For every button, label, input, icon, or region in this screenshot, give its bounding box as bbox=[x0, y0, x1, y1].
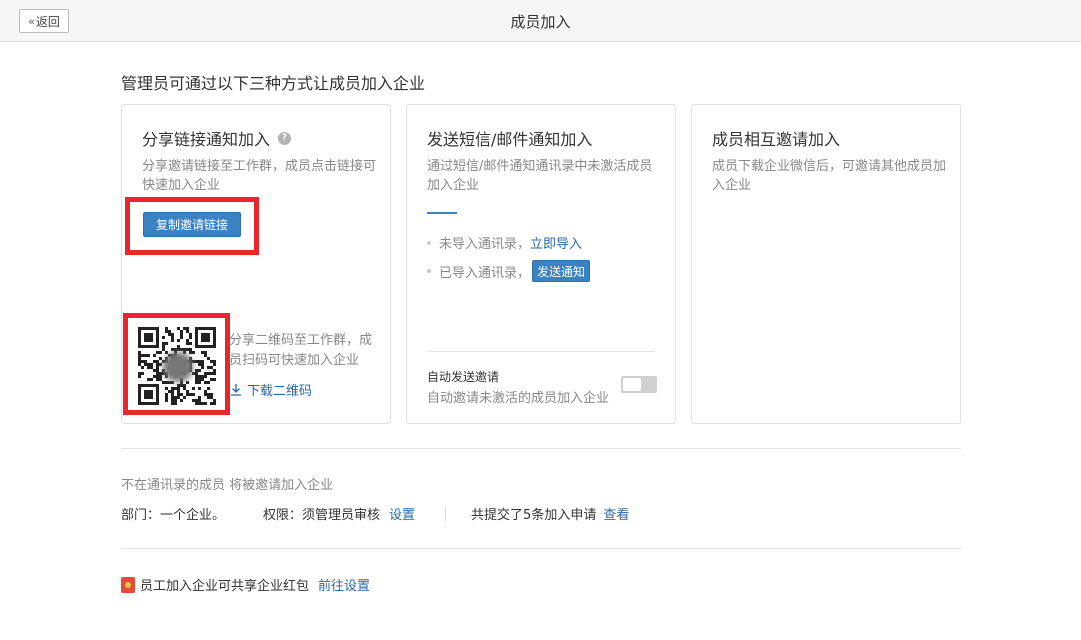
divider bbox=[121, 448, 961, 449]
auto-invite-description: 自动邀请未激活的成员加入企业 bbox=[427, 391, 610, 406]
card-sms-email: 发送短信/邮件通知加入 通过短信/邮件通知通讯录中未激活成员加入企业 未导入通讯… bbox=[406, 104, 676, 424]
card-description: 分享邀请链接至工作群，成员点击链接可快速加入企业 bbox=[142, 159, 377, 193]
send-notification-button[interactable]: 发送通知 bbox=[532, 260, 591, 282]
list-item: 已导入通讯录， 发送通知 bbox=[427, 260, 591, 282]
applications-text: 共提交了5条加入申请 bbox=[471, 508, 597, 523]
red-packet-row: 员工加入企业可共享企业红包 前往设置 bbox=[121, 575, 370, 594]
card-title: 发送短信/邮件通知加入 bbox=[427, 130, 593, 149]
accent-divider bbox=[427, 212, 457, 214]
card-description: 通过短信/邮件通知通讯录中未激活成员加入企业 bbox=[427, 159, 653, 193]
card-title-text: 分享链接通知加入 bbox=[142, 130, 271, 149]
highlight-box bbox=[123, 313, 230, 415]
red-packet-text: 员工加入企业可共享企业红包 bbox=[140, 579, 310, 594]
top-bar: « 返回 成员加入 bbox=[0, 0, 1081, 42]
toggle-knob bbox=[623, 378, 641, 391]
invite-note: 不在通讯录的成员 将被邀请加入企业 bbox=[121, 478, 334, 493]
list-item: 未导入通讯录， 立即导入 bbox=[427, 233, 582, 252]
import-now-link[interactable]: 立即导入 bbox=[530, 233, 582, 252]
bullet-icon bbox=[427, 240, 431, 245]
vertical-divider bbox=[445, 505, 447, 522]
copy-invite-link-button[interactable]: 复制邀请链接 bbox=[143, 212, 241, 237]
card-title: 成员相互邀请加入 bbox=[712, 130, 841, 149]
divider bbox=[121, 548, 961, 549]
card-title: 分享链接通知加入 ? bbox=[142, 126, 292, 150]
list-item-text: 已导入通讯录， bbox=[439, 265, 531, 281]
view-applications-link[interactable]: 查看 bbox=[603, 504, 629, 523]
list-item-text: 未导入通讯录， bbox=[439, 237, 531, 252]
permission-settings-link[interactable]: 设置 bbox=[389, 504, 415, 523]
auto-invite-toggle[interactable] bbox=[621, 376, 657, 393]
download-qr-link[interactable]: 下载二维码 bbox=[230, 380, 312, 399]
page-title: 成员加入 bbox=[510, 13, 571, 31]
divider bbox=[427, 351, 655, 352]
department-text: 部门：一个企业。 bbox=[121, 508, 226, 523]
permission-text: 权限：须管理员审核 bbox=[263, 508, 381, 523]
settings-row: 部门：一个企业。 权限：须管理员审核 设置 共提交了5条加入申请 查看 bbox=[121, 504, 629, 523]
card-share-link: 分享链接通知加入 ? 分享邀请链接至工作群，成员点击链接可快速加入企业 复制邀请… bbox=[121, 104, 391, 424]
intro-text: 管理员可通过以下三种方式让成员加入企业 bbox=[121, 74, 426, 93]
card-mutual-invite: 成员相互邀请加入 成员下载企业微信后，可邀请其他成员加入企业 bbox=[691, 104, 961, 424]
bullet-icon bbox=[427, 269, 431, 273]
qr-description: 分享二维码至工作群，成员扫码可快速加入企业 bbox=[229, 333, 373, 368]
help-icon[interactable]: ? bbox=[278, 131, 292, 145]
download-icon bbox=[231, 384, 241, 396]
download-qr-label: 下载二维码 bbox=[247, 384, 313, 399]
red-packet-icon bbox=[121, 576, 135, 593]
auto-invite-title: 自动发送邀请 bbox=[427, 370, 500, 384]
red-packet-settings-link[interactable]: 前往设置 bbox=[318, 575, 370, 594]
card-description: 成员下载企业微信后，可邀请其他成员加入企业 bbox=[712, 159, 947, 193]
